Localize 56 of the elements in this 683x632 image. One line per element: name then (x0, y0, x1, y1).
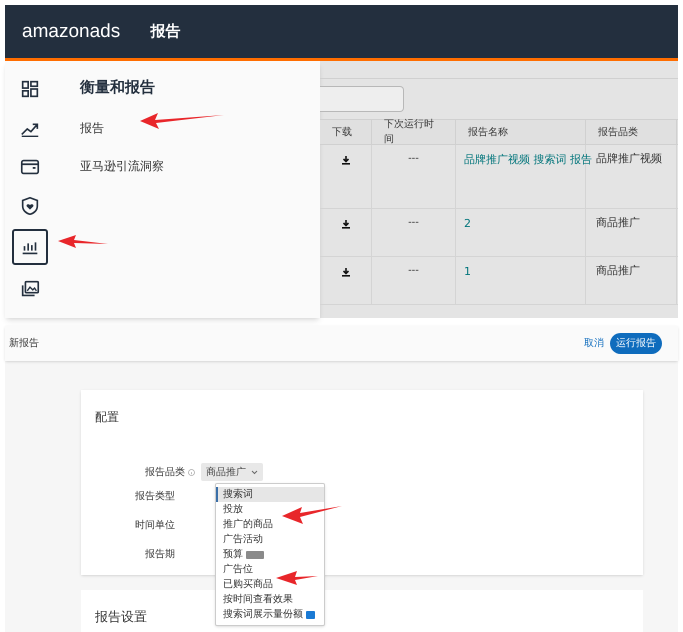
shield-heart-icon (19, 194, 41, 216)
option-label: 广告活动 (223, 532, 263, 547)
amazonads-logo: amazonads (22, 22, 120, 41)
table-cell-text: --- (408, 152, 419, 166)
section-title: 报告设置 (95, 610, 147, 625)
table-cell: 品牌推广视频 (596, 152, 662, 165)
column-header: 报告品类 (598, 126, 638, 140)
menu-title: 衡量和报告 (80, 77, 156, 98)
field-label: 报告品类 (145, 466, 185, 480)
table-cell: 商品推广 (596, 264, 640, 277)
dropdown-option[interactable]: 投放 (216, 502, 324, 517)
option-label: 预算 (223, 548, 243, 562)
arrow-annotation (282, 506, 342, 524)
report-name-link[interactable]: 2 (464, 217, 471, 230)
menu-item[interactable]: 亚马逊引流洞察 (80, 156, 164, 174)
dropdown-option[interactable]: 广告活动 (216, 532, 324, 547)
field-label: 报告期 (145, 548, 175, 562)
field-label: 报告类型 (135, 490, 175, 504)
option-label: 搜索词 (223, 488, 253, 502)
run-report-button[interactable]: 运行报告 (610, 333, 662, 354)
download-icon[interactable] (340, 219, 350, 229)
category-select[interactable]: 商品推广 (201, 463, 263, 481)
cancel-link[interactable]: 取消 (584, 336, 604, 351)
column-header: 报告名称 (468, 126, 508, 140)
download-icon[interactable] (340, 267, 350, 277)
dropdown-option[interactable]: 搜索词 (216, 487, 324, 502)
arrow-annotation (58, 235, 108, 248)
report-name-link[interactable]: 品牌推广视频 搜索词 报告 (464, 153, 592, 166)
field-label: 时间单位 (135, 518, 175, 532)
menu-item[interactable]: 报告 (80, 118, 164, 136)
option-label: 广告位 (223, 562, 253, 577)
option-label: 按时间查看效果 (223, 592, 293, 607)
report-name-link[interactable]: 1 (464, 265, 471, 278)
column-header: 下次运行时间 (384, 118, 435, 147)
table-cell-text: --- (408, 216, 419, 230)
dropdown-option[interactable]: 已购买商品 (216, 577, 324, 592)
search-field[interactable] (320, 86, 404, 112)
nav-button[interactable] (12, 229, 48, 265)
option-label: 已购买商品 (223, 578, 273, 592)
page-title: 报告 (150, 21, 180, 42)
dropdown-option[interactable]: 推广的商品 (216, 517, 324, 532)
column-header: 下载 (332, 126, 352, 140)
dropdown-option[interactable]: 广告位 (216, 562, 324, 577)
dropdown-option[interactable]: 按时间查看效果 (216, 592, 324, 607)
caret-icon (251, 470, 258, 474)
table-cell: 商品推广 (596, 216, 640, 229)
dropdown-option[interactable]: 搜索词展示量份额 (216, 607, 324, 622)
option-label: 搜索词展示量份额 (223, 608, 303, 622)
table-cell-text: --- (408, 264, 419, 278)
page-title: 新报告 (9, 336, 39, 351)
dropdown-option[interactable]: 预算 (216, 547, 324, 562)
option-label: 投放 (223, 502, 243, 517)
option-label: 推广的商品 (223, 518, 273, 532)
arrow-annotation (276, 571, 318, 585)
section-title: 配置 (95, 410, 119, 424)
download-icon[interactable] (340, 155, 350, 165)
